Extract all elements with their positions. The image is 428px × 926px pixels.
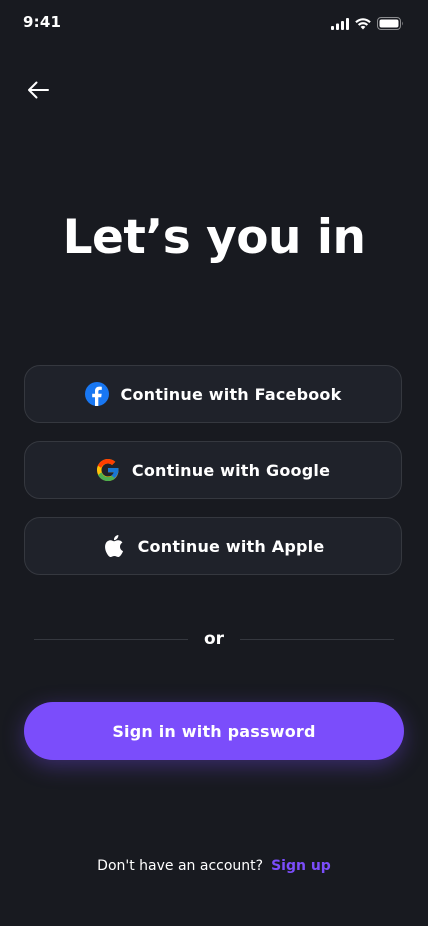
status-icons: [331, 15, 404, 34]
status-time: 9:41: [23, 13, 62, 31]
google-button-label: Continue with Google: [131, 460, 331, 480]
sign-up-link[interactable]: Sign up: [271, 858, 331, 874]
sign-in-with-password-button[interactable]: Sign in with password: [24, 702, 404, 760]
continue-with-facebook-button[interactable]: Continue with Facebook: [24, 365, 402, 423]
facebook-icon: [84, 382, 109, 406]
divider-line-left: [34, 638, 188, 640]
continue-with-apple-button[interactable]: Continue with Apple: [24, 517, 402, 575]
arrow-left-icon: [27, 81, 49, 103]
page-title: Let’s you in: [62, 210, 366, 265]
battery-icon: [377, 15, 404, 34]
apple-button-label: Continue with Apple: [137, 536, 325, 556]
signup-prompt: Don't have an account? Sign up: [0, 858, 428, 874]
or-divider: or: [34, 628, 395, 650]
facebook-button-label: Continue with Facebook: [120, 384, 342, 404]
cellular-signal-icon: [331, 15, 349, 34]
google-icon: [96, 458, 120, 482]
back-button[interactable]: [24, 78, 52, 106]
divider-text: or: [203, 629, 225, 649]
divider-line-right: [240, 638, 395, 640]
status-bar: 9:41: [0, 0, 428, 44]
continue-with-google-button[interactable]: Continue with Google: [24, 441, 402, 499]
sign-in-button-label: Sign in with password: [112, 721, 316, 741]
signup-prompt-text: Don't have an account?: [97, 858, 264, 874]
apple-icon: [102, 534, 126, 558]
wifi-icon: [355, 15, 371, 34]
